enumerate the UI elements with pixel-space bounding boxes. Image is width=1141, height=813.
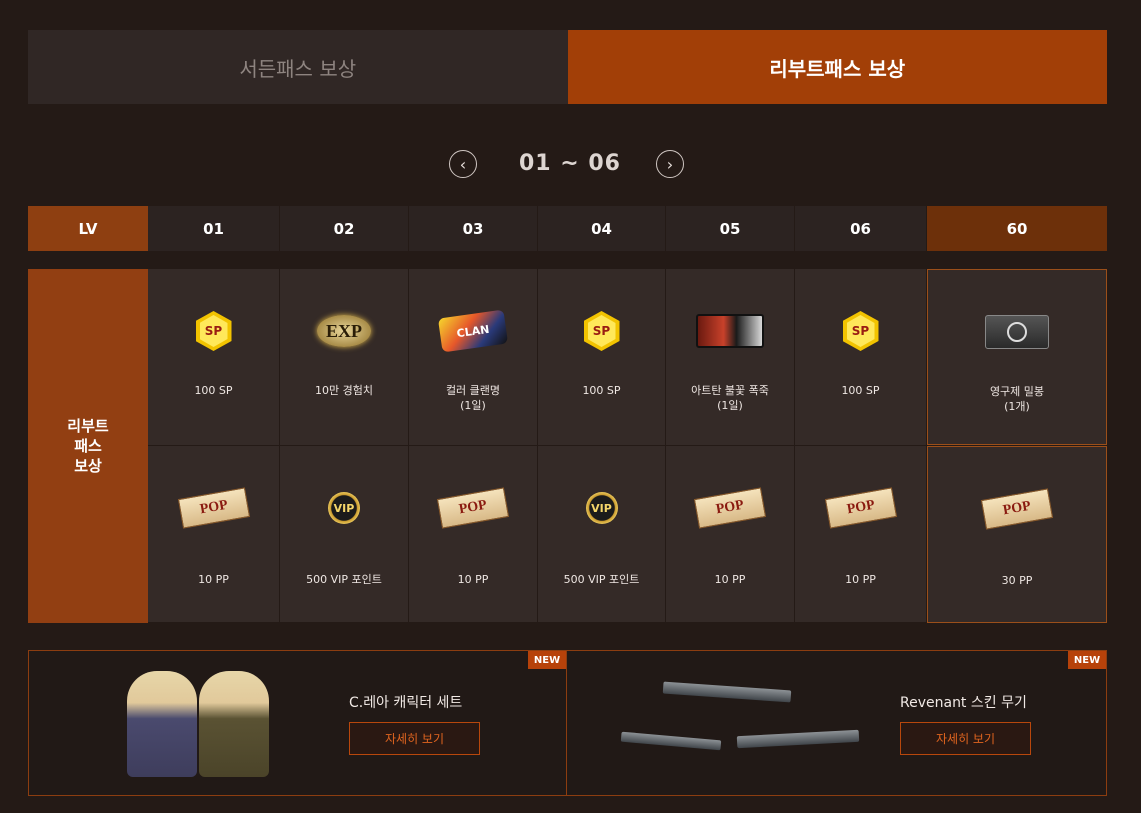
lock-box-icon [985, 315, 1049, 349]
reward-cell: POP 10 PP [666, 446, 795, 623]
rifle-image [662, 681, 792, 703]
reward-label: 10 PP [845, 573, 876, 586]
level-header: 04 [538, 206, 666, 251]
detail-button[interactable]: 자세히 보기 [349, 722, 480, 755]
pop-ticket-icon: POP [693, 487, 767, 529]
pop-ticket-icon: POP [177, 487, 250, 529]
revolver-image [620, 731, 722, 751]
reward-tabs: 서든패스 보상 리부트패스 보상 [28, 30, 1107, 104]
reward-label: 10 PP [714, 573, 746, 586]
reward-cell: EXP 10만 경험치 [280, 269, 409, 446]
level-header: 02 [280, 206, 409, 251]
pop-ticket-icon: POP [436, 487, 510, 529]
reward-cell: POP 10 PP [148, 446, 280, 623]
detail-button[interactable]: 자세히 보기 [900, 722, 1031, 755]
reward-label: 500 VIP 포인트 [306, 573, 382, 586]
reward-label: 10 PP [198, 573, 229, 586]
sp-coin-icon: SP [842, 311, 879, 351]
sp-coin-icon: SP [583, 311, 620, 351]
promo-title: C.레아 캐릭터 세트 [349, 695, 463, 711]
vip-coin-icon: VIP [328, 492, 360, 524]
reward-cell: POP 10 PP [409, 446, 538, 623]
new-badge: NEW [1068, 651, 1106, 669]
reward-label: 영구제 밀봉 (1개) [989, 385, 1045, 413]
promo-title: Revenant 스킨 무기 [900, 695, 1027, 711]
firework-icon [696, 314, 764, 348]
promo-character-set: NEW C.레아 캐릭터 세트 자세히 보기 [28, 650, 567, 796]
reward-cell: 아트탄 불꽃 폭죽 (1일) [666, 269, 795, 446]
reward-label: 30 PP [1001, 574, 1033, 587]
promo-weapon-skin: NEW Revenant 스킨 무기 자세히 보기 [566, 650, 1107, 796]
level-header: 06 [795, 206, 927, 251]
reward-label: 500 VIP 포인트 [563, 573, 640, 586]
tab-sudden-pass[interactable]: 서든패스 보상 [28, 30, 568, 104]
color-clan-icon: CLAN [437, 309, 509, 353]
rifle-image [736, 729, 860, 749]
lv-header: LV [28, 206, 148, 251]
reward-label: 아트탄 불꽃 폭죽 (1일) [691, 384, 769, 412]
reward-label: 컬러 클랜명 (1일) [445, 384, 501, 412]
reward-cell: SP 100 SP [538, 269, 666, 446]
reward-cell: POP 10 PP [795, 446, 927, 623]
level-header: 01 [148, 206, 280, 251]
level-range: 01 ~ 06 [519, 151, 621, 176]
chevron-left-icon[interactable]: ‹ [449, 150, 477, 178]
reward-cell: SP 100 SP [148, 269, 280, 446]
new-badge: NEW [528, 651, 566, 669]
reward-label: 10 PP [457, 573, 489, 586]
level-header: 05 [666, 206, 795, 251]
reward-cell: VIP 500 VIP 포인트 [538, 446, 666, 623]
reward-label: 100 SP [841, 384, 880, 397]
level-pager: ‹ 01 ~ 06 › [0, 146, 1141, 184]
sp-coin-icon: SP [195, 311, 232, 351]
reward-cell: CLAN 컬러 클랜명 (1일) [409, 269, 538, 446]
final-level-header: 60 [927, 206, 1107, 251]
reward-cell: VIP 500 VIP 포인트 [280, 446, 409, 623]
level-header: 03 [409, 206, 538, 251]
chevron-right-icon[interactable]: › [656, 150, 684, 178]
final-reward-cell: 영구제 밀봉 (1개) [927, 269, 1107, 445]
reward-label: 10만 경험치 [315, 384, 373, 397]
final-reward-cell: POP 30 PP [927, 446, 1107, 623]
vip-coin-icon: VIP [585, 492, 618, 524]
pop-ticket-icon: POP [824, 487, 897, 529]
exp-badge-icon: EXP [317, 315, 371, 347]
reward-label: 100 SP [582, 384, 621, 397]
pop-ticket-icon: POP [980, 488, 1054, 530]
reward-cell: SP 100 SP [795, 269, 927, 446]
reboot-pass-row-label: 리부트 패스 보상 [28, 269, 148, 623]
tab-reboot-pass[interactable]: 리부트패스 보상 [567, 30, 1107, 104]
reward-label: 100 SP [194, 384, 233, 397]
character-image [127, 671, 197, 777]
character-image [199, 671, 269, 777]
